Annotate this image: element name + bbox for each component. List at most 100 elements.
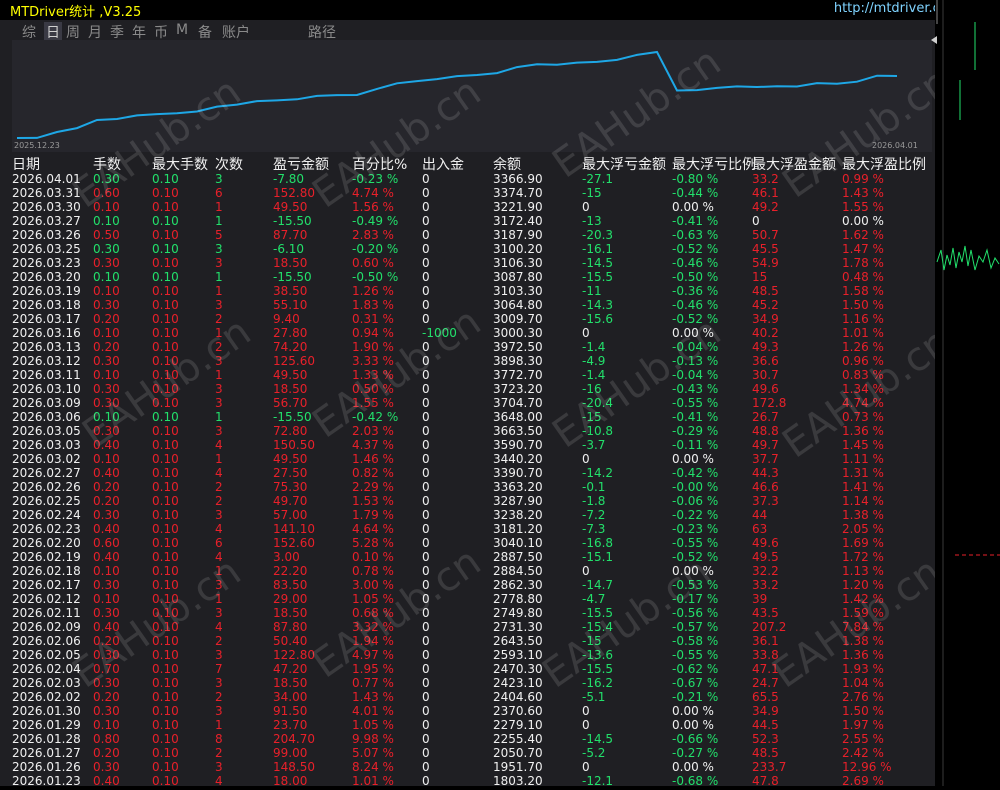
cell-pct: -0.49 % xyxy=(352,214,399,228)
cell-date: 2026.02.20 xyxy=(12,536,81,550)
cell-max-float-loss: 0 xyxy=(582,718,590,732)
cell-max-float-loss-pct: 0.00 % xyxy=(672,200,714,214)
cell-pnl: 83.50 xyxy=(273,578,308,592)
cell-flow: 0 xyxy=(422,214,430,228)
cell-max-lots: 0.10 xyxy=(152,186,179,200)
cell-max-float-profit-pct: 1.31 % xyxy=(842,466,884,480)
cell-max-float-profit-pct: 1.58 % xyxy=(842,284,884,298)
cell-pnl: 29.00 xyxy=(273,592,308,606)
menu-path[interactable]: 路径 xyxy=(308,22,336,42)
menu-year[interactable]: 年 xyxy=(132,22,146,42)
cell-max-float-loss-pct: -0.52 % xyxy=(672,312,719,326)
cell-balance: 2887.50 xyxy=(493,550,543,564)
cell-pct: 1.94 % xyxy=(352,634,394,648)
cell-pnl: 74.20 xyxy=(273,340,308,354)
cell-flow: 0 xyxy=(422,606,430,620)
cell-lots: 0.10 xyxy=(93,214,120,228)
cell-pnl: 99.00 xyxy=(273,746,308,760)
menu-day[interactable]: 日 xyxy=(44,22,62,42)
cell-pct: 3.00 % xyxy=(352,578,394,592)
cell-max-float-loss-pct: -0.55 % xyxy=(672,396,719,410)
cell-pct: 1.46 % xyxy=(352,452,394,466)
col-date: 日期 xyxy=(12,157,40,173)
cell-date: 2026.03.20 xyxy=(12,270,81,284)
cell-max-float-loss: -5.1 xyxy=(582,690,606,704)
cell-max-float-loss-pct: -0.23 % xyxy=(672,522,719,536)
cell-flow: 0 xyxy=(422,732,430,746)
cell-flow: 0 xyxy=(422,704,430,718)
cell-pct: 3.32 % xyxy=(352,620,394,634)
cell-max-lots: 0.10 xyxy=(152,410,179,424)
cell-max-float-loss-pct: 0.00 % xyxy=(672,704,714,718)
menu-account[interactable]: 账户 xyxy=(222,22,250,42)
menu-magic[interactable]: M xyxy=(176,22,188,38)
table-row: 2026.03.19 0.10 0.10 1 38.50 1.26 % 0 3103.30 -1… xyxy=(0,284,935,298)
cell-date: 2026.01.26 xyxy=(12,760,81,774)
cell-max-float-loss-pct: 0.00 % xyxy=(672,718,714,732)
col-balance: 余额 xyxy=(493,157,521,173)
menu-note[interactable]: 备 xyxy=(198,22,212,42)
cell-balance: 3390.70 xyxy=(493,466,543,480)
cell-max-float-loss: -4.7 xyxy=(582,592,606,606)
table-row: 2026.03.16 0.10 0.10 1 27.80 0.94 % -1000 3000.… xyxy=(0,326,935,340)
chart-start-date: 2025.12.23 xyxy=(14,141,60,150)
cell-max-lots: 0.10 xyxy=(152,564,179,578)
cell-pct: 8.24 % xyxy=(352,760,394,774)
cell-count: 1 xyxy=(215,368,223,382)
cell-balance: 3723.20 xyxy=(493,382,543,396)
cell-max-float-loss-pct: -0.46 % xyxy=(672,298,719,312)
cell-max-float-loss-pct: -0.50 % xyxy=(672,270,719,284)
cell-max-float-loss: -1.4 xyxy=(582,368,606,382)
table-row: 2026.01.28 0.80 0.10 8 204.70 9.98 % 0 2255.40 -… xyxy=(0,732,935,746)
cell-lots: 0.10 xyxy=(93,326,120,340)
cell-flow: -1000 xyxy=(422,326,457,340)
cell-count: 3 xyxy=(215,172,223,186)
cell-date: 2026.02.09 xyxy=(12,620,81,634)
cell-lots: 0.30 xyxy=(93,396,120,410)
menu-quarter[interactable]: 季 xyxy=(110,22,124,42)
cell-max-float-profit: 36.1 xyxy=(752,634,779,648)
cell-date: 2026.03.18 xyxy=(12,298,81,312)
table-row: 2026.03.25 0.30 0.10 3 -6.10 -0.20 % 0 3100.20 -… xyxy=(0,242,935,256)
cell-max-float-profit-pct: 0.48 % xyxy=(842,270,884,284)
cell-pnl: 3.00 xyxy=(273,550,300,564)
cell-max-float-profit-pct: 1.50 % xyxy=(842,704,884,718)
cell-max-float-loss-pct: -0.55 % xyxy=(672,648,719,662)
cell-date: 2026.03.10 xyxy=(12,382,81,396)
chart-background xyxy=(935,0,1000,786)
cell-count: 1 xyxy=(215,718,223,732)
cell-max-lots: 0.10 xyxy=(152,270,179,284)
menu-currency[interactable]: 币 xyxy=(154,22,168,42)
cell-max-float-loss-pct: -0.11 % xyxy=(672,438,719,452)
cell-max-lots: 0.10 xyxy=(152,480,179,494)
cell-flow: 0 xyxy=(422,256,430,270)
menu-week[interactable]: 周 xyxy=(66,22,80,42)
site-link[interactable]: http://mtdriver.cn xyxy=(834,1,948,16)
cell-pnl: -6.10 xyxy=(273,242,305,256)
cell-max-float-loss: -16 xyxy=(582,382,602,396)
cell-max-float-profit: 48.5 xyxy=(752,284,779,298)
cell-max-float-loss-pct: -0.67 % xyxy=(672,676,719,690)
menu-month[interactable]: 月 xyxy=(88,22,102,42)
menu-summary[interactable]: 综 xyxy=(22,22,36,42)
cell-pnl: 47.20 xyxy=(273,662,308,676)
price-ticks xyxy=(936,245,1000,271)
col-pct: 百分比% xyxy=(352,157,408,173)
table-header: 日期 手数 最大手数 次数 盈亏金额 百分比% 出入金 余额 最大浮亏金额 最大… xyxy=(0,154,935,173)
col-max-float-loss-pct: 最大浮亏比例 xyxy=(672,157,756,173)
cell-max-float-loss-pct: 0.00 % xyxy=(672,326,714,340)
cell-pct: 9.98 % xyxy=(352,732,394,746)
cell-count: 4 xyxy=(215,522,223,536)
table-row: 2026.03.26 0.50 0.10 5 87.70 2.83 % 0 3187.90 -2… xyxy=(0,228,935,242)
col-count: 次数 xyxy=(215,157,243,173)
cell-pnl: -15.50 xyxy=(273,214,312,228)
cell-pct: 2.83 % xyxy=(352,228,394,242)
cell-max-float-profit-pct: 0.83 % xyxy=(842,368,884,382)
cell-balance: 3287.90 xyxy=(493,494,543,508)
cell-count: 4 xyxy=(215,438,223,452)
cell-date: 2026.03.03 xyxy=(12,438,81,452)
cell-balance: 3009.70 xyxy=(493,312,543,326)
cell-pnl: 49.70 xyxy=(273,494,308,508)
cell-flow: 0 xyxy=(422,578,430,592)
cell-balance: 3363.20 xyxy=(493,480,543,494)
